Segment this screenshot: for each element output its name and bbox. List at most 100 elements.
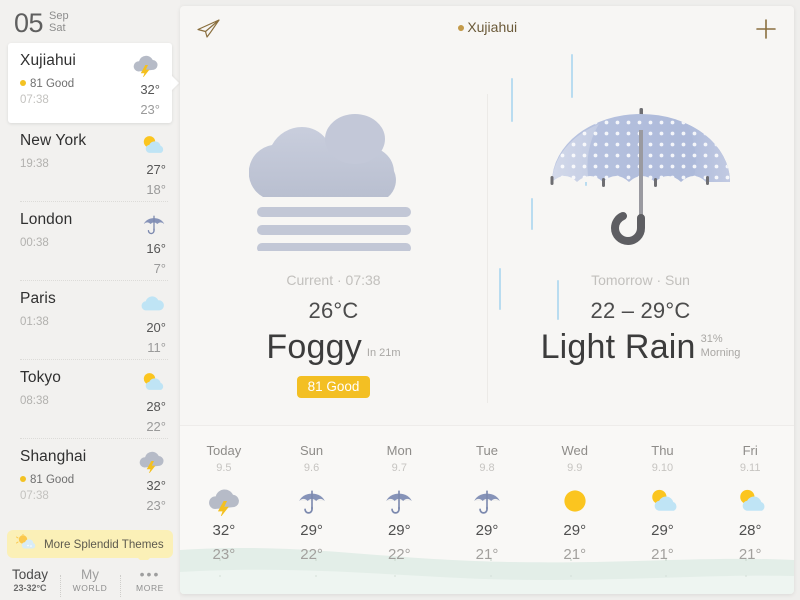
ground-dot: [490, 559, 492, 561]
forecast-high: 28°: [738, 522, 762, 539]
city-summary: 20° 11°: [110, 290, 166, 355]
date-weekday: Sat: [49, 21, 66, 34]
forecast-day-tue[interactable]: Tue 9.8 29° 21°: [443, 426, 531, 594]
weekly-forecast: Today 9.5 32° 23° Sun 9.6 29° 22° Mon 9.7 29° 22…: [180, 425, 794, 594]
nav-secondary: MORE: [136, 583, 164, 594]
forecast-low: 21°: [738, 546, 762, 563]
forecast-high: 29°: [387, 522, 411, 539]
aqi-badge[interactable]: 81 Good: [296, 375, 371, 398]
sun-cloud-icon: [706, 482, 794, 520]
nav-secondary: 23-32°C: [13, 583, 47, 594]
ground-dot: [314, 559, 317, 561]
sidebar-item-shanghai[interactable]: Shanghai 81 Good 07:38 32° 23°: [0, 439, 180, 518]
city-summary: 16° 7°: [110, 211, 166, 276]
forecast-day-label: Tue: [476, 443, 498, 458]
city-low: 23°: [140, 102, 160, 117]
ground-dot: [569, 575, 572, 577]
more-splendid-themes-button[interactable]: More Splendid Themes: [7, 530, 173, 564]
current-weather-panel[interactable]: Current · 07:38 26°C Foggy In 21m 81 Goo…: [180, 50, 487, 425]
sidebar-item-paris[interactable]: Paris 01:38 20° 11°: [0, 281, 180, 360]
forecast-low: 21°: [475, 546, 499, 563]
precip-time: Morning: [700, 346, 741, 359]
sun-cloud-icon: [16, 532, 38, 555]
forecast-high: 29°: [563, 522, 587, 539]
current-condition-note: In 21m: [366, 346, 401, 359]
forecast-date: 9.6: [303, 462, 320, 474]
current-condition: Foggy: [266, 328, 362, 366]
forecast-high: 29°: [300, 522, 323, 539]
city-summary: 32° 23°: [110, 448, 166, 513]
forecast-date: 9.7: [391, 462, 407, 474]
thunder-cloud-icon: [104, 52, 160, 78]
city-low: 22°: [146, 419, 166, 434]
forecast-high: 29°: [475, 522, 499, 539]
sidebar-item-xujiahui[interactable]: Xujiahui 81 Good 07:38 32° 23°: [8, 43, 172, 123]
city-low: 23°: [146, 498, 166, 513]
nav-item-23-32-c[interactable]: Today 23-32°C: [0, 567, 60, 594]
forecast-day-label: Thu: [651, 443, 674, 458]
current-time-label: Current · 07:38: [286, 272, 381, 288]
city-high: 16°: [146, 241, 166, 256]
city-high: 32°: [146, 478, 166, 493]
city-summary: 28° 22°: [110, 369, 166, 434]
aqi-dot-icon: [20, 80, 26, 86]
forecast-day-fri[interactable]: Fri 9.11 28° 21°: [706, 426, 794, 594]
nav-primary: •••: [139, 565, 161, 582]
umbrella-icon: [443, 482, 531, 520]
umbrella-icon: [355, 482, 443, 520]
forecast-day-wed[interactable]: Wed 9.9 29° 21°: [531, 426, 619, 594]
sun-cloud-icon: [110, 369, 166, 395]
sidebar: 05 Sep Sat Xujiahui 81 Good 07:38 32° 23°…: [0, 0, 180, 600]
sidebar-item-tokyo[interactable]: Tokyo 08:38 28° 22°: [0, 360, 180, 439]
location-pin-icon: ●: [456, 19, 466, 35]
thunder-cloud-icon: [110, 448, 166, 474]
forecast-day-thu[interactable]: Thu 9.10 29° 21°: [619, 426, 707, 594]
forecast-low: 22°: [387, 546, 411, 563]
hero-section: Current · 07:38 26°C Foggy In 21m 81 Goo…: [180, 50, 794, 425]
tomorrow-weather-panel[interactable]: Tomorrow · Sun 22 – 29°C Light Rain 31% M…: [487, 50, 794, 425]
forecast-date: 9.11: [739, 462, 761, 474]
sidebar-item-new-york[interactable]: New York 19:38 27° 18°: [0, 123, 180, 202]
forecast-day-label: Sun: [300, 443, 324, 458]
forecast-day-sun[interactable]: Sun 9.6 29° 22°: [268, 426, 356, 594]
nav-item-more[interactable]: ••• MORE: [120, 565, 180, 598]
date-header: 05 Sep Sat: [0, 0, 180, 43]
forecast-date: 9.8: [479, 462, 495, 474]
forecast-day-today[interactable]: Today 9.5 32° 23°: [180, 426, 268, 594]
city-summary: 27° 18°: [110, 132, 166, 197]
city-high: 32°: [140, 82, 160, 97]
tomorrow-label: Tomorrow · Sun: [591, 272, 690, 288]
umbrella-icon: [268, 482, 356, 520]
city-high: 27°: [146, 162, 166, 177]
plus-icon[interactable]: [754, 17, 778, 41]
sun-cloud-icon: [110, 132, 166, 158]
current-temperature: 26°C: [308, 298, 359, 323]
nav-primary: Today: [11, 566, 49, 582]
tomorrow-condition: Light Rain: [540, 328, 696, 366]
sun-cloud-icon: [619, 482, 707, 520]
cloud-icon: [110, 290, 166, 316]
city-low: 7°: [153, 261, 166, 276]
forecast-day-label: Today: [206, 443, 242, 458]
forecast-day-label: Mon: [386, 443, 412, 458]
fog-icon: [180, 88, 487, 273]
forecast-low: 23°: [212, 546, 236, 563]
date-day-number: 05: [14, 8, 44, 38]
thunder-cloud-icon: [180, 482, 268, 520]
top-bar: ● Xujiahui: [180, 6, 794, 50]
forecast-date: 9.9: [567, 462, 583, 474]
forecast-day-label: Fri: [742, 443, 758, 458]
forecast-high: 32°: [212, 522, 236, 539]
forecast-columns: Today 9.5 32° 23° Sun 9.6 29° 22° Mon 9.7 29° 22…: [180, 426, 794, 594]
city-summary: 32° 23°: [104, 52, 160, 117]
sidebar-item-london[interactable]: London 00:38 16° 7°: [0, 202, 180, 281]
nav-secondary: WORLD: [72, 583, 108, 594]
forecast-high: 29°: [651, 522, 674, 539]
forecast-low: 22°: [300, 546, 323, 563]
weather-app: 05 Sep Sat Xujiahui 81 Good 07:38 32° 23°…: [0, 0, 800, 600]
ground-dot: [569, 559, 572, 561]
nav-item-world[interactable]: My WORLD: [60, 567, 120, 597]
forecast-day-mon[interactable]: Mon 9.7 29° 22°: [355, 426, 443, 594]
city-low: 11°: [147, 340, 166, 355]
umbrella-icon: [487, 88, 794, 273]
